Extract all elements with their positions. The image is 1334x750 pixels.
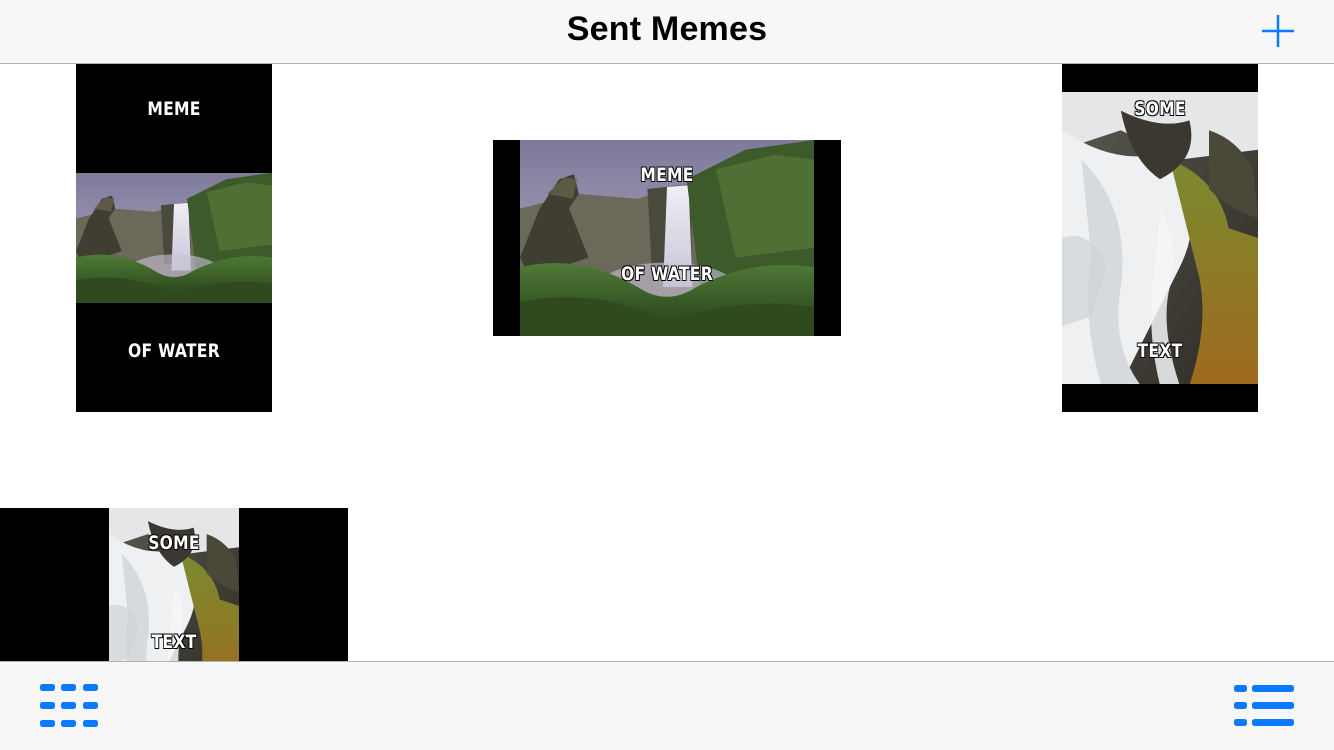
meme-bottom-text: TEXT: [1137, 340, 1183, 362]
navigation-bar: Sent Memes: [0, 0, 1334, 64]
grid-view-icon: [40, 684, 98, 727]
meme-bottom-text: OF WATER: [621, 263, 713, 285]
meme-top-text: MEME: [640, 164, 694, 186]
memes-collection[interactable]: MEME OF WATER MEME OF WATER SOME TEXT SO…: [0, 64, 1334, 661]
plus-icon: [1262, 15, 1294, 47]
meme-top-text: MEME: [147, 98, 201, 120]
page-title: Sent Memes: [566, 10, 768, 48]
meme-top-text: SOME: [1134, 98, 1186, 120]
meme-cell[interactable]: MEME OF WATER: [76, 64, 272, 412]
meme-cell[interactable]: SOME TEXT: [1062, 64, 1258, 412]
meme-bottom-text: TEXT: [151, 631, 197, 653]
meme-top-text: SOME: [148, 532, 200, 554]
grid-view-button[interactable]: [36, 682, 102, 732]
meme-cell[interactable]: SOME TEXT: [0, 508, 348, 661]
meme-bottom-text: OF WATER: [128, 340, 220, 362]
meme-image: [76, 173, 272, 303]
list-view-button[interactable]: [1230, 682, 1298, 732]
bottom-toolbar: [0, 661, 1334, 750]
add-meme-button[interactable]: [1258, 11, 1298, 51]
meme-cell[interactable]: MEME OF WATER: [493, 140, 841, 336]
list-view-icon: [1234, 685, 1294, 726]
